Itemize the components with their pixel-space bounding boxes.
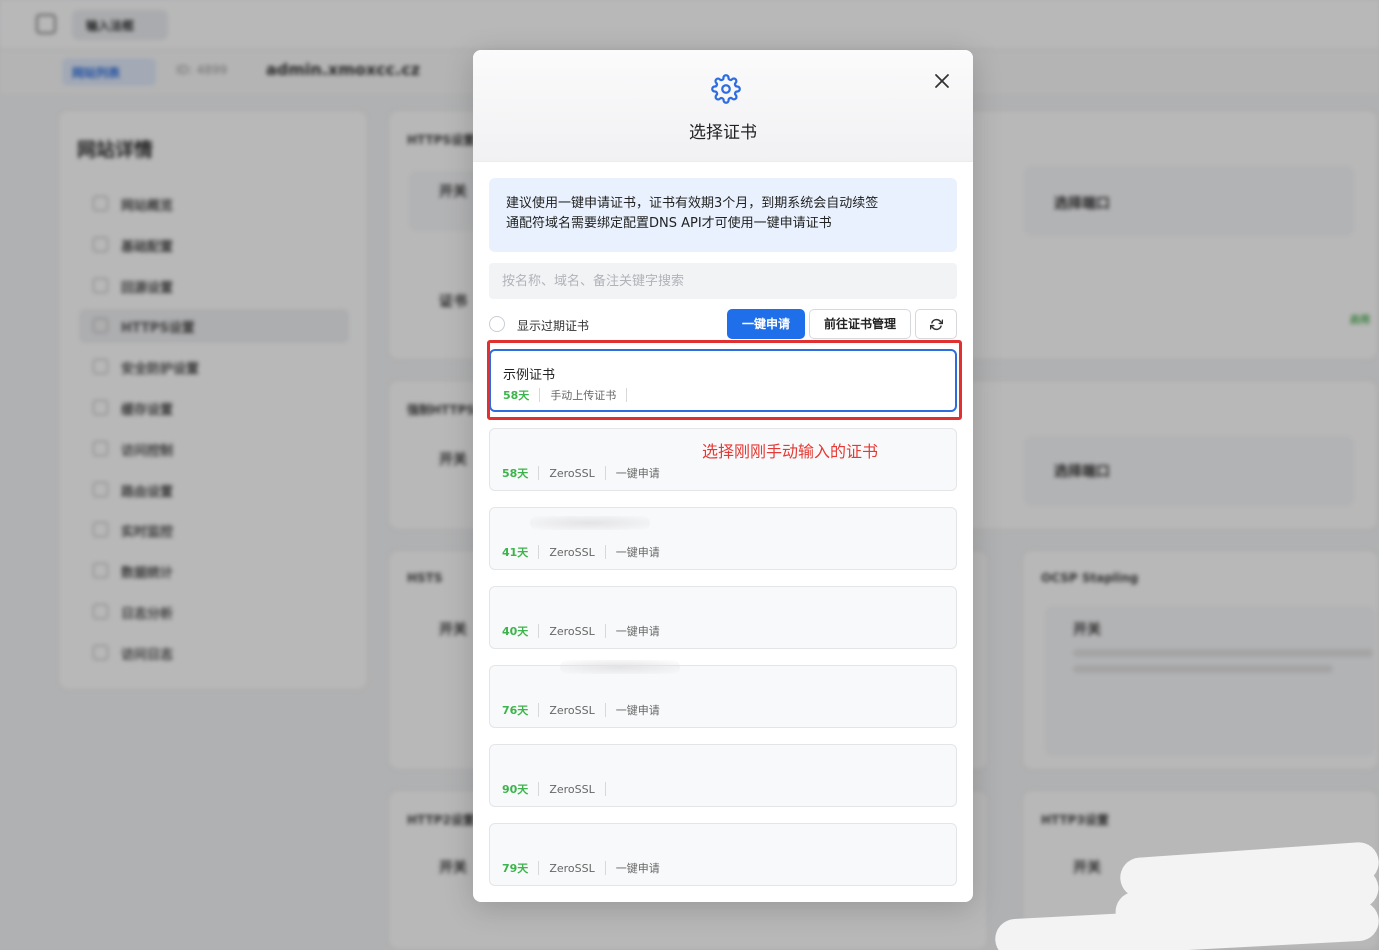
days-remaining: 41天 <box>502 546 529 559</box>
dialog-header: 选择证书 <box>473 50 973 162</box>
divider <box>538 703 540 717</box>
certificate-meta: 41天 ZeroSSL 一键申请 <box>502 544 660 560</box>
refresh-button[interactable] <box>915 309 957 339</box>
certificate-item-selected[interactable]: 示例证书 58天 手动上传证书 <box>489 349 957 412</box>
certificate-meta: 76天 ZeroSSL 一键申请 <box>502 702 660 718</box>
certificate-meta: 79天 ZeroSSL 一键申请 <box>502 860 660 876</box>
notice-line: 建议使用一键申请证书，证书有效期3个月，到期系统会自动续签 <box>506 196 879 211</box>
divider <box>604 624 606 638</box>
certificate-method: 一键申请 <box>615 625 660 638</box>
days-remaining: 58天 <box>503 389 530 402</box>
annotation-text: 选择刚刚手动输入的证书 <box>702 442 879 461</box>
certificate-method: 一键申请 <box>615 862 660 875</box>
divider <box>604 782 606 796</box>
certificate-item[interactable]: 76天 ZeroSSL 一键申请 <box>489 660 957 728</box>
divider <box>538 782 540 796</box>
days-remaining: 90天 <box>502 783 529 796</box>
close-icon[interactable] <box>931 70 953 92</box>
search-input[interactable] <box>489 263 957 299</box>
certificate-source: ZeroSSL <box>549 545 595 559</box>
certificate-source: ZeroSSL <box>549 782 595 796</box>
certificate-meta: 58天 手动上传证书 <box>503 387 637 403</box>
certificate-source: ZeroSSL <box>549 703 595 717</box>
select-certificate-dialog: 选择证书 建议使用一键申请证书，证书有效期3个月，到期系统会自动续签 通配符域名… <box>473 50 973 902</box>
days-remaining: 40天 <box>502 625 529 638</box>
certificate-item[interactable]: 41天 ZeroSSL 一键申请 <box>489 507 957 570</box>
certificate-source: ZeroSSL <box>549 861 595 875</box>
show-expired-checkbox[interactable] <box>489 316 505 332</box>
days-remaining: 58天 <box>502 467 529 480</box>
days-remaining: 76天 <box>502 704 529 717</box>
dialog-title: 选择证书 <box>689 123 757 143</box>
notice-line: 通配符域名需要绑定配置DNS API才可使用一键申请证书 <box>506 216 832 231</box>
divider <box>539 388 541 402</box>
one-click-apply-button[interactable]: 一键申请 <box>727 309 805 339</box>
days-remaining: 79天 <box>502 862 529 875</box>
certificate-source: ZeroSSL <box>549 466 595 480</box>
certificate-source: ZeroSSL <box>549 624 595 638</box>
divider <box>604 861 606 875</box>
certificate-meta: 40天 ZeroSSL 一键申请 <box>502 623 660 639</box>
certificate-item[interactable]: 90天 ZeroSSL <box>489 744 957 807</box>
gear-icon <box>711 74 741 104</box>
certificate-item[interactable]: 40天 ZeroSSL 一键申请 <box>489 586 957 649</box>
info-notice: 建议使用一键申请证书，证书有效期3个月，到期系统会自动续签 通配符域名需要绑定配… <box>489 178 957 252</box>
divider <box>538 466 540 480</box>
divider <box>604 703 606 717</box>
certificate-source: 手动上传证书 <box>550 389 617 402</box>
go-to-cert-management-button[interactable]: 前往证书管理 <box>809 309 911 339</box>
divider <box>604 466 606 480</box>
divider <box>538 861 540 875</box>
certificate-meta: 90天 ZeroSSL <box>502 781 616 797</box>
certificate-meta: 58天 ZeroSSL 一键申请 <box>502 465 660 481</box>
divider <box>538 624 540 638</box>
certificate-item[interactable]: 79天 ZeroSSL 一键申请 <box>489 823 957 886</box>
certificate-method: 一键申请 <box>615 546 660 559</box>
divider <box>604 545 606 559</box>
redacted-name <box>530 516 650 530</box>
show-expired-label: 显示过期证书 <box>517 319 590 333</box>
certificate-method: 一键申请 <box>615 704 660 717</box>
redacted-name <box>560 660 680 674</box>
certificate-name: 示例证书 <box>503 368 556 383</box>
divider <box>538 545 540 559</box>
refresh-icon <box>930 318 943 331</box>
divider <box>626 388 628 402</box>
certificate-method: 一键申请 <box>615 467 660 480</box>
